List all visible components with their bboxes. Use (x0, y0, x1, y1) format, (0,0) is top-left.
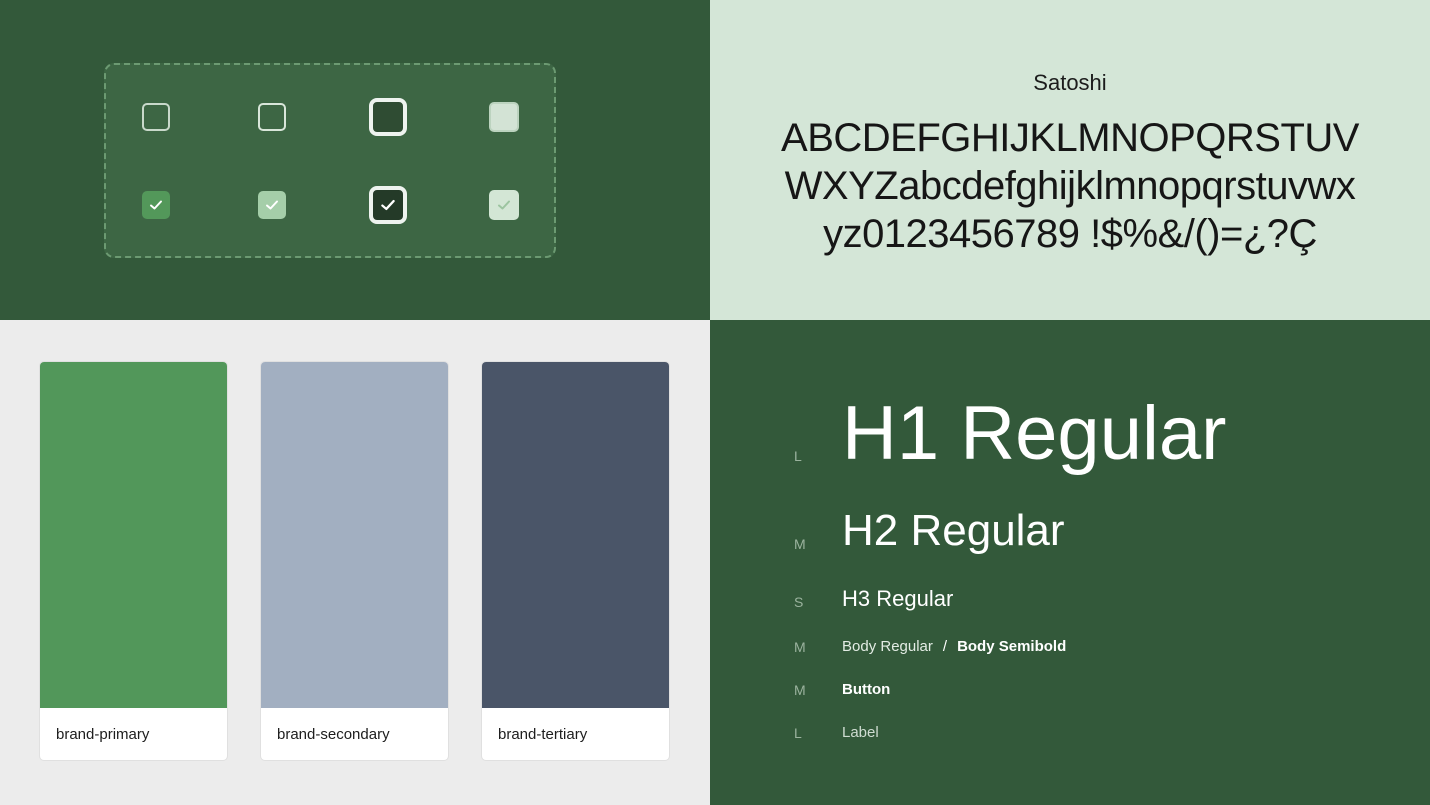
glyph-line-1: ABCDEFGHIJKLMNOPQRSTUV (781, 116, 1359, 160)
checkbox-states-frame (104, 63, 556, 258)
checkbox-checked-focus[interactable] (369, 186, 407, 224)
size-code: M (794, 682, 806, 698)
swatch-color-brand-secondary (261, 362, 448, 708)
swatch-card-brand-tertiary: brand-tertiary (482, 362, 669, 760)
h2-sample: H2 Regular (842, 506, 1065, 555)
type-scale-panel: L H1 Regular M H2 Regular S H3 Regular M… (710, 320, 1430, 805)
body-regular-sample: Body Regular (842, 638, 933, 655)
checkmark-icon (381, 199, 395, 211)
checkbox-states-panel (0, 0, 710, 320)
checkmark-icon (150, 200, 162, 210)
size-code: M (794, 639, 806, 655)
body-separator: / (942, 638, 948, 655)
checkbox-unchecked[interactable] (142, 103, 170, 131)
swatch-color-brand-primary (40, 362, 227, 708)
label-sample: Label (842, 724, 879, 741)
swatch-card-brand-primary: brand-primary (40, 362, 227, 760)
checkmark-icon (266, 200, 278, 210)
glyph-line-3: yz0123456789 !$%&/()=¿?Ç (823, 212, 1317, 256)
glyph-line-2: WXYZabcdefghijklmnopqrstuvwx (784, 164, 1356, 208)
swatch-color-brand-tertiary (482, 362, 669, 708)
checkbox-unchecked-disabled (489, 102, 519, 132)
swatch-card-brand-secondary: brand-secondary (261, 362, 448, 760)
font-glyph-sample: ABCDEFGHIJKLMNOPQRSTUV WXYZabcdefghijklm… (750, 114, 1390, 258)
h3-sample: H3 Regular (842, 586, 954, 611)
body-sample: Body Regular / Body Semibold (842, 638, 1066, 655)
checkbox-checked[interactable] (142, 191, 170, 219)
size-code: L (794, 725, 802, 741)
checkbox-unchecked-focus[interactable] (369, 98, 407, 136)
checkbox-checked-disabled (489, 190, 519, 220)
body-semibold-sample: Body Semibold (957, 638, 1067, 655)
h1-sample: H1 Regular (842, 391, 1227, 476)
swatch-label: brand-secondary (277, 726, 390, 743)
checkbox-unchecked-hover[interactable] (258, 103, 286, 131)
checkbox-checked-hover[interactable] (258, 191, 286, 219)
button-sample: Button (842, 681, 891, 698)
swatch-label: brand-tertiary (498, 726, 588, 743)
font-specimen-panel: Satoshi ABCDEFGHIJKLMNOPQRSTUV WXYZabcde… (710, 0, 1430, 320)
size-code: S (794, 594, 804, 610)
font-name: Satoshi (1033, 70, 1107, 95)
size-code: M (794, 536, 806, 552)
checkmark-icon (498, 200, 510, 210)
size-code: L (794, 448, 802, 464)
swatch-label: brand-primary (56, 726, 150, 743)
